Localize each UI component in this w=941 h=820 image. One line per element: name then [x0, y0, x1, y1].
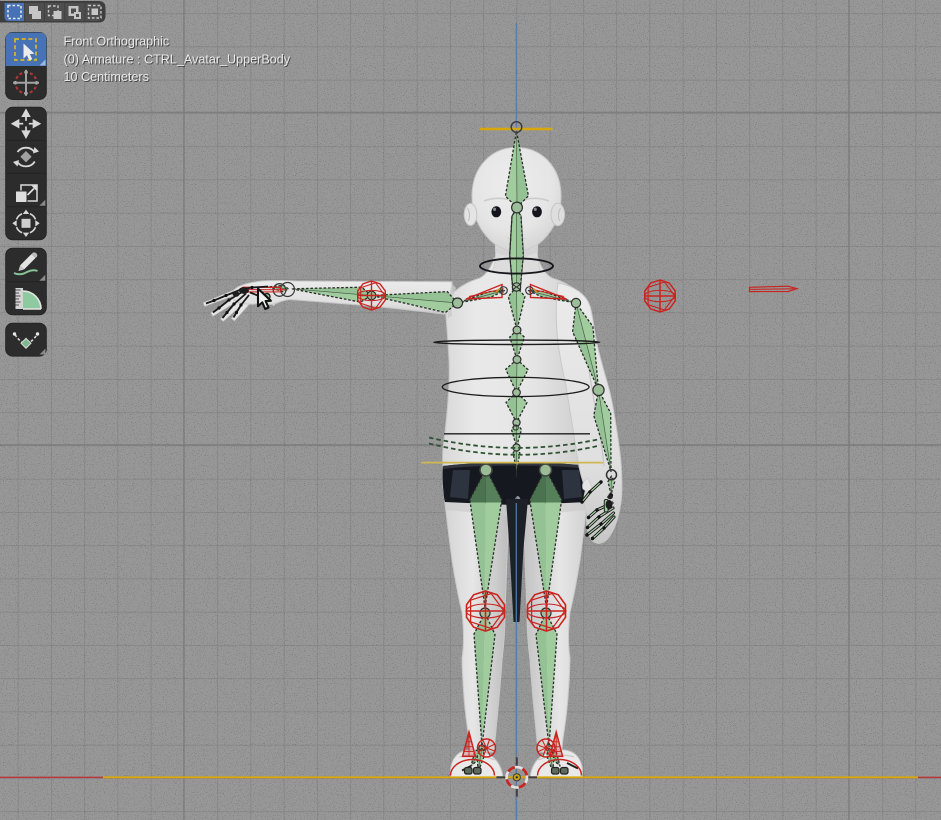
svg-text:10 Centimeters: 10 Centimeters [64, 70, 149, 84]
svg-text:(0) Armature : CTRL_Avatar_Upp: (0) Armature : CTRL_Avatar_UpperBody [64, 53, 291, 67]
svg-text:Front Orthographic: Front Orthographic [64, 35, 170, 49]
